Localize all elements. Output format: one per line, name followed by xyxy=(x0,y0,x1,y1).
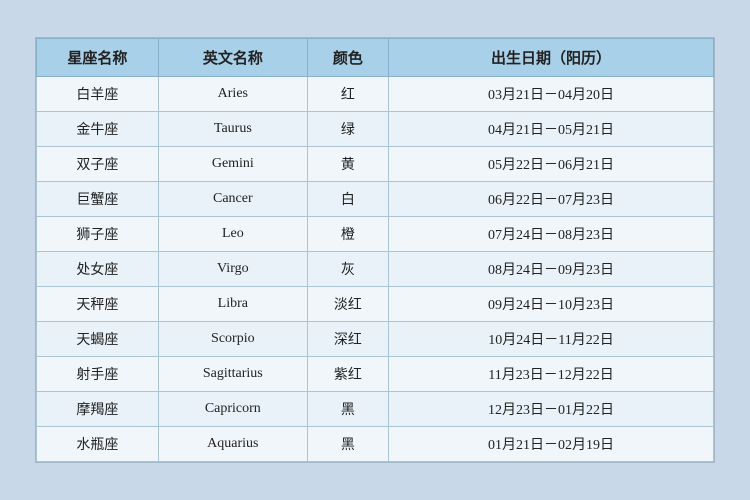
zodiac-table-container: 星座名称 英文名称 颜色 出生日期（阳历） 白羊座Aries红03月21日－04… xyxy=(35,37,715,463)
cell-date: 10月24日－11月22日 xyxy=(389,322,714,357)
cell-date: 06月22日－07月23日 xyxy=(389,182,714,217)
cell-color: 紫红 xyxy=(307,357,388,392)
header-date: 出生日期（阳历） xyxy=(389,39,714,77)
cell-english: Gemini xyxy=(158,147,307,182)
cell-chinese: 双子座 xyxy=(37,147,159,182)
cell-chinese: 摩羯座 xyxy=(37,392,159,427)
cell-date: 08月24日－09月23日 xyxy=(389,252,714,287)
cell-date: 03月21日－04月20日 xyxy=(389,77,714,112)
cell-chinese: 狮子座 xyxy=(37,217,159,252)
cell-color: 红 xyxy=(307,77,388,112)
cell-english: Scorpio xyxy=(158,322,307,357)
table-row: 白羊座Aries红03月21日－04月20日 xyxy=(37,77,714,112)
table-header-row: 星座名称 英文名称 颜色 出生日期（阳历） xyxy=(37,39,714,77)
cell-chinese: 白羊座 xyxy=(37,77,159,112)
cell-date: 09月24日－10月23日 xyxy=(389,287,714,322)
cell-color: 黑 xyxy=(307,427,388,462)
table-row: 处女座Virgo灰08月24日－09月23日 xyxy=(37,252,714,287)
cell-date: 01月21日－02月19日 xyxy=(389,427,714,462)
cell-english: Taurus xyxy=(158,112,307,147)
cell-english: Aries xyxy=(158,77,307,112)
table-row: 天秤座Libra淡红09月24日－10月23日 xyxy=(37,287,714,322)
cell-date: 11月23日－12月22日 xyxy=(389,357,714,392)
cell-date: 07月24日－08月23日 xyxy=(389,217,714,252)
table-row: 巨蟹座Cancer白06月22日－07月23日 xyxy=(37,182,714,217)
cell-english: Libra xyxy=(158,287,307,322)
cell-english: Capricorn xyxy=(158,392,307,427)
zodiac-table: 星座名称 英文名称 颜色 出生日期（阳历） 白羊座Aries红03月21日－04… xyxy=(36,38,714,462)
table-row: 狮子座Leo橙07月24日－08月23日 xyxy=(37,217,714,252)
cell-chinese: 水瓶座 xyxy=(37,427,159,462)
cell-color: 灰 xyxy=(307,252,388,287)
table-row: 天蝎座Scorpio深红10月24日－11月22日 xyxy=(37,322,714,357)
header-color: 颜色 xyxy=(307,39,388,77)
table-row: 摩羯座Capricorn黑12月23日－01月22日 xyxy=(37,392,714,427)
cell-date: 12月23日－01月22日 xyxy=(389,392,714,427)
cell-chinese: 处女座 xyxy=(37,252,159,287)
cell-color: 黑 xyxy=(307,392,388,427)
cell-chinese: 天秤座 xyxy=(37,287,159,322)
cell-color: 淡红 xyxy=(307,287,388,322)
table-row: 水瓶座Aquarius黑01月21日－02月19日 xyxy=(37,427,714,462)
cell-color: 绿 xyxy=(307,112,388,147)
cell-english: Sagittarius xyxy=(158,357,307,392)
cell-color: 黄 xyxy=(307,147,388,182)
table-body: 白羊座Aries红03月21日－04月20日金牛座Taurus绿04月21日－0… xyxy=(37,77,714,462)
cell-color: 深红 xyxy=(307,322,388,357)
cell-chinese: 金牛座 xyxy=(37,112,159,147)
table-row: 双子座Gemini黄05月22日－06月21日 xyxy=(37,147,714,182)
cell-english: Virgo xyxy=(158,252,307,287)
table-row: 射手座Sagittarius紫红11月23日－12月22日 xyxy=(37,357,714,392)
cell-english: Leo xyxy=(158,217,307,252)
cell-english: Aquarius xyxy=(158,427,307,462)
cell-color: 白 xyxy=(307,182,388,217)
cell-english: Cancer xyxy=(158,182,307,217)
cell-chinese: 射手座 xyxy=(37,357,159,392)
header-english: 英文名称 xyxy=(158,39,307,77)
cell-chinese: 巨蟹座 xyxy=(37,182,159,217)
cell-color: 橙 xyxy=(307,217,388,252)
table-row: 金牛座Taurus绿04月21日－05月21日 xyxy=(37,112,714,147)
cell-date: 05月22日－06月21日 xyxy=(389,147,714,182)
cell-chinese: 天蝎座 xyxy=(37,322,159,357)
cell-date: 04月21日－05月21日 xyxy=(389,112,714,147)
header-chinese: 星座名称 xyxy=(37,39,159,77)
